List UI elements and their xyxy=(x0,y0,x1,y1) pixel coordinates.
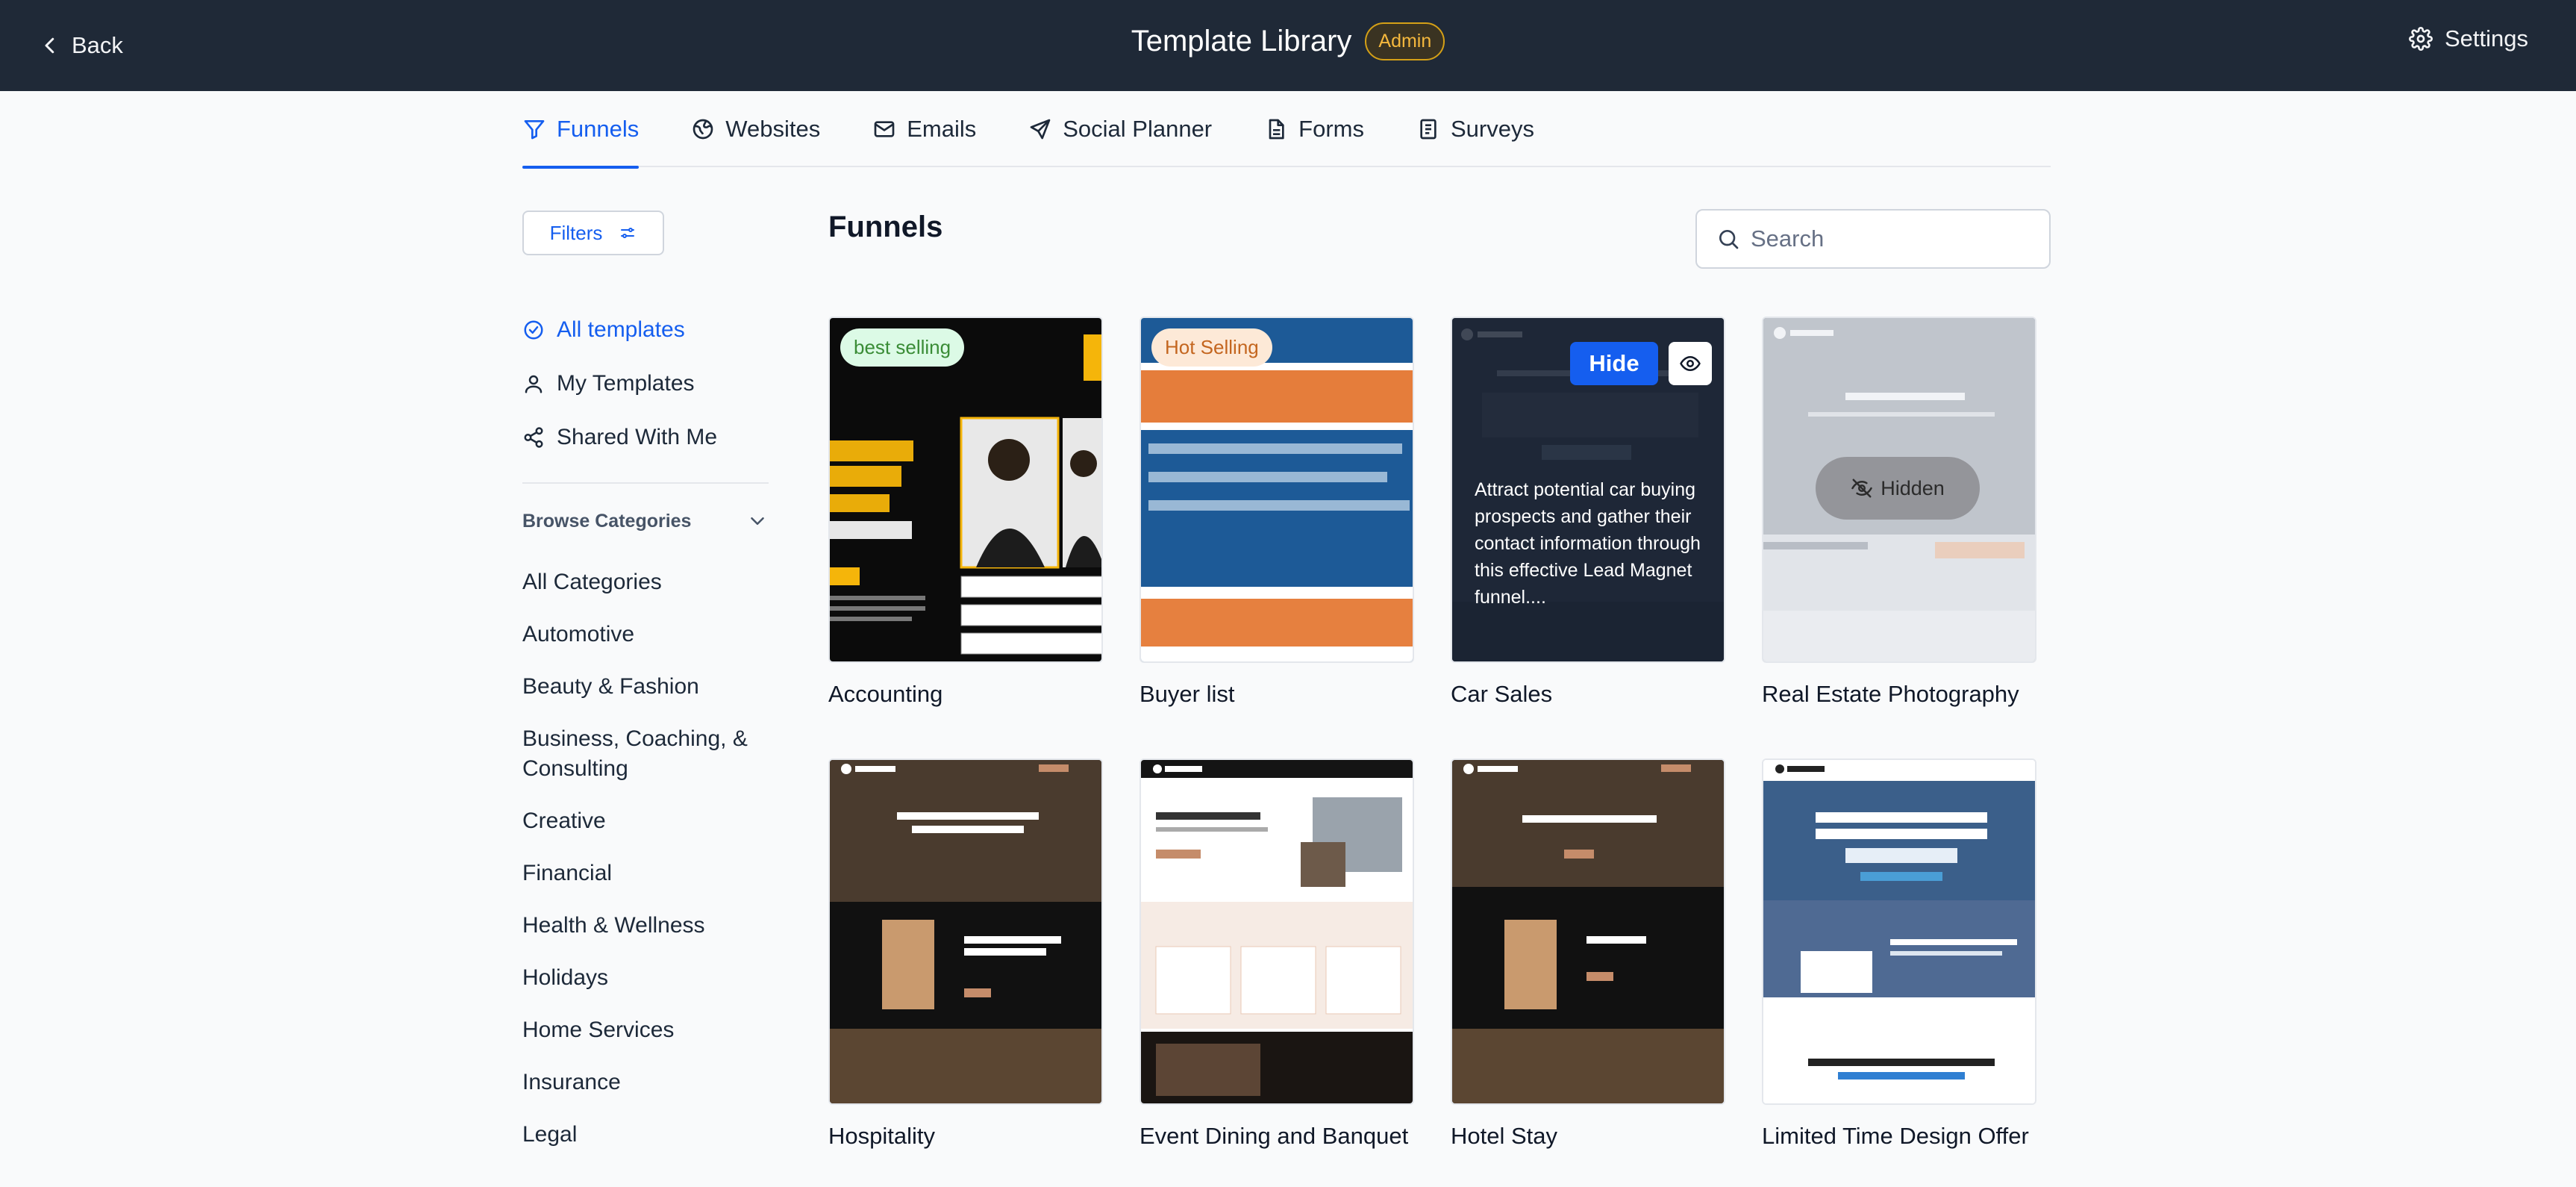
tab-funnels[interactable]: Funnels xyxy=(522,91,640,169)
chevron-down-icon xyxy=(751,517,764,525)
tab-social-planner[interactable]: Social Planner xyxy=(1028,91,1212,167)
share-icon xyxy=(524,427,543,448)
template-name: Hotel Stay xyxy=(1451,1123,1558,1149)
template-card-limited-time-design-offer[interactable]: Limited Time Design Offer xyxy=(1762,758,2036,1150)
tab-websites[interactable]: Websites xyxy=(691,91,820,167)
template-card-car-sales[interactable]: Hide Attract potential car buying prospe… xyxy=(1451,317,1725,708)
eye-off-icon xyxy=(1851,479,1872,498)
template-name: Buyer list xyxy=(1139,681,1235,707)
search-input[interactable] xyxy=(1751,225,2034,252)
preview-image xyxy=(830,318,1101,661)
template-description: Attract potential car buying prospects a… xyxy=(1475,479,1701,608)
sidebar: Filters All templates My Templates Share… xyxy=(522,211,769,1172)
template-preview[interactable] xyxy=(1451,758,1725,1105)
funnel-icon xyxy=(524,120,545,140)
tab-label: Websites xyxy=(725,116,821,142)
preview-image xyxy=(1763,760,2035,1103)
template-card-buyer-list[interactable]: Hot Selling Buyer list xyxy=(1139,317,1414,708)
preview-image xyxy=(830,760,1101,1103)
browse-label: Browse Categories xyxy=(522,510,692,532)
nav-label: My Templates xyxy=(557,371,695,396)
nav-shared-with-me[interactable]: Shared With Me xyxy=(522,411,769,464)
document-icon xyxy=(1269,119,1284,140)
nav-all-templates[interactable]: All templates xyxy=(522,303,769,357)
top-bar: Back Template Library Admin Settings xyxy=(0,0,2576,91)
admin-badge: Admin xyxy=(1365,22,1445,60)
tab-emails[interactable]: Emails xyxy=(872,91,976,167)
hot-selling-badge: Hot Selling xyxy=(1151,328,1272,367)
section-title: Funnels xyxy=(828,211,943,243)
template-nav: All templates My Templates Shared With M… xyxy=(522,303,769,464)
template-type-tabs: Funnels Websites Emails Social Planner F… xyxy=(522,91,2051,169)
tab-label: Social Planner xyxy=(1063,116,1213,142)
template-preview[interactable] xyxy=(1139,758,1414,1105)
sidebar-divider xyxy=(522,482,769,484)
tab-surveys[interactable]: Surveys xyxy=(1416,91,1534,167)
search-icon xyxy=(1719,230,1739,249)
category-holidays[interactable]: Holidays xyxy=(522,963,769,993)
preview-image xyxy=(1141,318,1413,661)
template-preview[interactable]: Hot Selling xyxy=(1139,317,1414,663)
category-automotive[interactable]: Automotive xyxy=(522,620,769,649)
sliders-icon xyxy=(621,228,635,238)
category-insurance[interactable]: Insurance xyxy=(522,1068,769,1097)
template-name: Event Dining and Banquet xyxy=(1139,1123,1409,1149)
template-card-real-estate-photography[interactable]: Hidden Real Estate Photography xyxy=(1762,317,2036,708)
category-business-coaching[interactable]: Business, Coaching, & Consulting xyxy=(522,724,769,784)
title-group: Template Library Admin xyxy=(0,22,2576,60)
user-icon xyxy=(525,375,543,393)
settings-label: Settings xyxy=(2444,25,2528,52)
template-name: Real Estate Photography xyxy=(1762,681,2019,707)
nav-label: All templates xyxy=(557,317,685,342)
template-preview[interactable]: Hidden xyxy=(1762,317,2036,663)
clipboard-icon xyxy=(1420,119,1437,140)
category-list: All Categories Automotive Beauty & Fashi… xyxy=(522,567,769,1150)
filters-label: Filters xyxy=(549,221,603,244)
tab-label: Emails xyxy=(907,116,977,142)
nav-my-templates[interactable]: My Templates xyxy=(522,357,769,411)
preview-button[interactable] xyxy=(1669,342,1712,385)
template-card-accounting[interactable]: best selling Accounting xyxy=(828,317,1103,708)
best-selling-badge: best selling xyxy=(840,328,965,367)
template-preview[interactable]: best selling xyxy=(828,317,1103,663)
template-preview[interactable]: Hide Attract potential car buying prospe… xyxy=(1451,317,1725,663)
search-box[interactable] xyxy=(1695,209,2051,269)
tab-label: Surveys xyxy=(1450,116,1534,142)
template-card-event-dining-banquet[interactable]: Event Dining and Banquet xyxy=(1139,758,1414,1150)
template-preview[interactable] xyxy=(1762,758,2036,1105)
category-home-services[interactable]: Home Services xyxy=(522,1015,769,1045)
send-icon xyxy=(1030,119,1051,140)
tab-label: Funnels xyxy=(557,116,640,142)
hidden-indicator[interactable]: Hidden xyxy=(1816,457,1980,520)
tab-forms[interactable]: Forms xyxy=(1264,91,1364,167)
nav-label: Shared With Me xyxy=(557,425,718,449)
category-all-categories[interactable]: All Categories xyxy=(522,567,769,597)
eye-icon xyxy=(1680,355,1701,372)
category-health-wellness[interactable]: Health & Wellness xyxy=(522,911,769,941)
category-financial[interactable]: Financial xyxy=(522,859,769,888)
hide-button[interactable]: Hide xyxy=(1570,342,1658,385)
template-card-hotel-stay[interactable]: Hotel Stay xyxy=(1451,758,1725,1150)
category-beauty-fashion[interactable]: Beauty & Fashion xyxy=(522,672,769,702)
template-name: Limited Time Design Offer xyxy=(1762,1123,2029,1149)
template-name: Hospitality xyxy=(828,1123,935,1149)
category-creative[interactable]: Creative xyxy=(522,806,769,836)
mail-icon xyxy=(874,121,895,137)
template-preview[interactable] xyxy=(828,758,1103,1105)
preview-image xyxy=(1452,760,1724,1103)
tab-label: Forms xyxy=(1298,116,1364,142)
settings-button[interactable]: Settings xyxy=(2409,25,2528,52)
category-legal[interactable]: Legal xyxy=(522,1120,769,1150)
browse-categories-toggle[interactable]: Browse Categories xyxy=(522,506,769,536)
preview-image xyxy=(1141,760,1413,1103)
globe-icon xyxy=(693,119,713,140)
template-card-hospitality[interactable]: Hospitality xyxy=(828,758,1103,1150)
page-title: Template Library xyxy=(1131,25,1352,57)
check-circle-icon xyxy=(524,320,543,340)
gear-icon xyxy=(2409,27,2433,51)
template-name: Car Sales xyxy=(1451,681,1553,707)
filters-button[interactable]: Filters xyxy=(522,211,664,255)
template-name: Accounting xyxy=(828,681,943,707)
hidden-label: Hidden xyxy=(1881,476,1945,499)
